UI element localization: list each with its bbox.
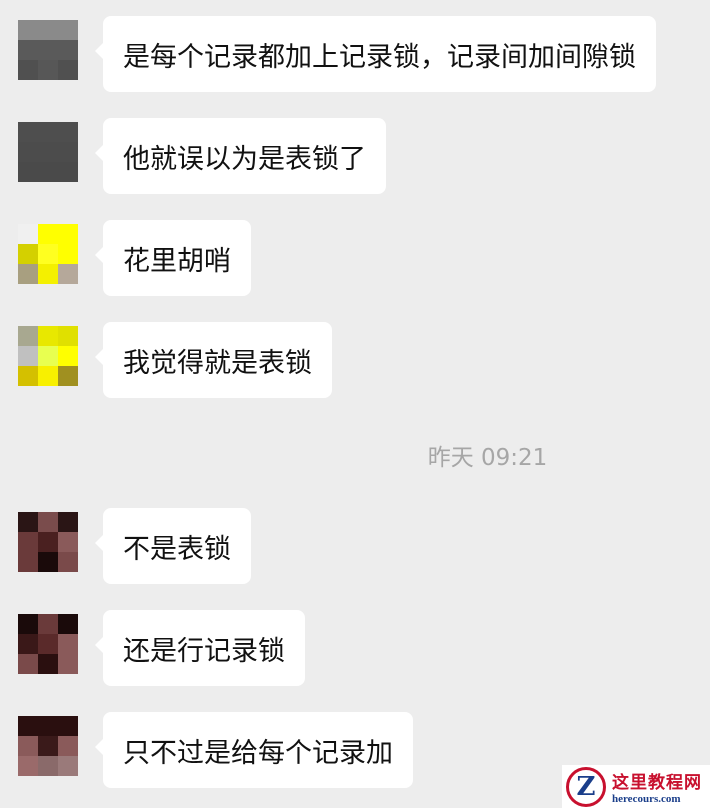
avatar[interactable]: [18, 224, 78, 284]
avatar-pixel: [58, 552, 78, 572]
avatar[interactable]: [18, 614, 78, 674]
avatar-pixel: [18, 264, 38, 284]
avatar-pixel: [18, 142, 38, 162]
avatar-pixel: [38, 654, 58, 674]
avatar-pixel: [18, 756, 38, 776]
watermark-url: herecours.com: [612, 793, 681, 805]
avatar-pixel: [18, 736, 38, 756]
avatar-pixel: [58, 122, 78, 142]
avatar-pixel: [18, 60, 38, 80]
avatar-pixel: [38, 122, 58, 142]
avatar-pixel: [38, 224, 58, 244]
avatar-pixel: [38, 264, 58, 284]
avatar-pixel: [58, 162, 78, 182]
avatar-pixel: [58, 366, 78, 386]
avatar-pixel: [58, 326, 78, 346]
message-bubble[interactable]: 只不过是给每个记录加: [95, 712, 413, 788]
message-bubble[interactable]: 还是行记录锁: [95, 610, 305, 686]
watermark-title: 这里教程网: [612, 773, 702, 793]
avatar-pixel: [18, 552, 38, 572]
avatar-pixel: [18, 614, 38, 634]
avatar-pixel: [58, 614, 78, 634]
avatar[interactable]: [18, 326, 78, 386]
avatar-pixel: [38, 532, 58, 552]
avatar-pixel: [18, 366, 38, 386]
avatar-pixel: [38, 756, 58, 776]
message-bubble[interactable]: 不是表锁: [95, 508, 251, 584]
avatar-pixel: [18, 122, 38, 142]
watermark-logo-icon: Z: [566, 766, 606, 807]
avatar-pixel: [58, 512, 78, 532]
avatar-pixel: [18, 40, 38, 60]
chat-message: 我觉得就是表锁: [0, 322, 710, 402]
avatar[interactable]: [18, 512, 78, 572]
chat-message: 是每个记录都加上记录锁，记录间加间隙锁: [0, 16, 710, 96]
avatar-pixel: [58, 142, 78, 162]
chat-message: 花里胡哨: [0, 220, 710, 300]
avatar[interactable]: [18, 20, 78, 80]
avatar-pixel: [38, 614, 58, 634]
avatar-pixel: [58, 716, 78, 736]
avatar-pixel: [18, 224, 38, 244]
avatar-pixel: [58, 60, 78, 80]
avatar-pixel: [38, 716, 58, 736]
avatar-pixel: [38, 366, 58, 386]
avatar-pixel: [38, 512, 58, 532]
avatar-pixel: [38, 346, 58, 366]
message-bubble[interactable]: 他就误以为是表锁了: [95, 118, 386, 194]
avatar-pixel: [58, 40, 78, 60]
chat-message: 还是行记录锁: [0, 610, 710, 690]
avatar-pixel: [38, 40, 58, 60]
avatar-pixel: [18, 326, 38, 346]
avatar-pixel: [38, 326, 58, 346]
avatar-pixel: [38, 142, 58, 162]
message-bubble[interactable]: 是每个记录都加上记录锁，记录间加间隙锁: [95, 16, 656, 92]
message-bubble[interactable]: 我觉得就是表锁: [95, 322, 332, 398]
avatar-pixel: [38, 20, 58, 40]
avatar-pixel: [58, 532, 78, 552]
chat-message: 不是表锁: [0, 508, 710, 588]
avatar-pixel: [18, 634, 38, 654]
avatar[interactable]: [18, 716, 78, 776]
avatar-pixel: [58, 346, 78, 366]
avatar-pixel: [18, 20, 38, 40]
avatar-pixel: [18, 532, 38, 552]
avatar-pixel: [18, 244, 38, 264]
avatar-pixel: [38, 634, 58, 654]
chat-history: 是每个记录都加上记录锁，记录间加间隙锁 他就误以为是表锁了 花里胡哨 我觉得就是…: [0, 0, 710, 808]
avatar-pixel: [58, 224, 78, 244]
avatar[interactable]: [18, 122, 78, 182]
chat-timestamp: 昨天 09:21: [427, 445, 548, 471]
avatar-pixel: [38, 552, 58, 572]
avatar-pixel: [18, 654, 38, 674]
avatar-pixel: [18, 716, 38, 736]
avatar-pixel: [38, 736, 58, 756]
avatar-pixel: [38, 244, 58, 264]
avatar-pixel: [58, 264, 78, 284]
avatar-pixel: [38, 162, 58, 182]
avatar-pixel: [58, 654, 78, 674]
avatar-pixel: [18, 162, 38, 182]
site-watermark: Z 这里教程网 herecours.com: [562, 765, 710, 808]
chat-message: 他就误以为是表锁了: [0, 118, 710, 198]
avatar-pixel: [58, 20, 78, 40]
message-bubble[interactable]: 花里胡哨: [95, 220, 251, 296]
avatar-pixel: [58, 244, 78, 264]
avatar-pixel: [18, 346, 38, 366]
avatar-pixel: [58, 634, 78, 654]
avatar-pixel: [58, 736, 78, 756]
avatar-pixel: [18, 512, 38, 532]
avatar-pixel: [38, 60, 58, 80]
avatar-pixel: [58, 756, 78, 776]
